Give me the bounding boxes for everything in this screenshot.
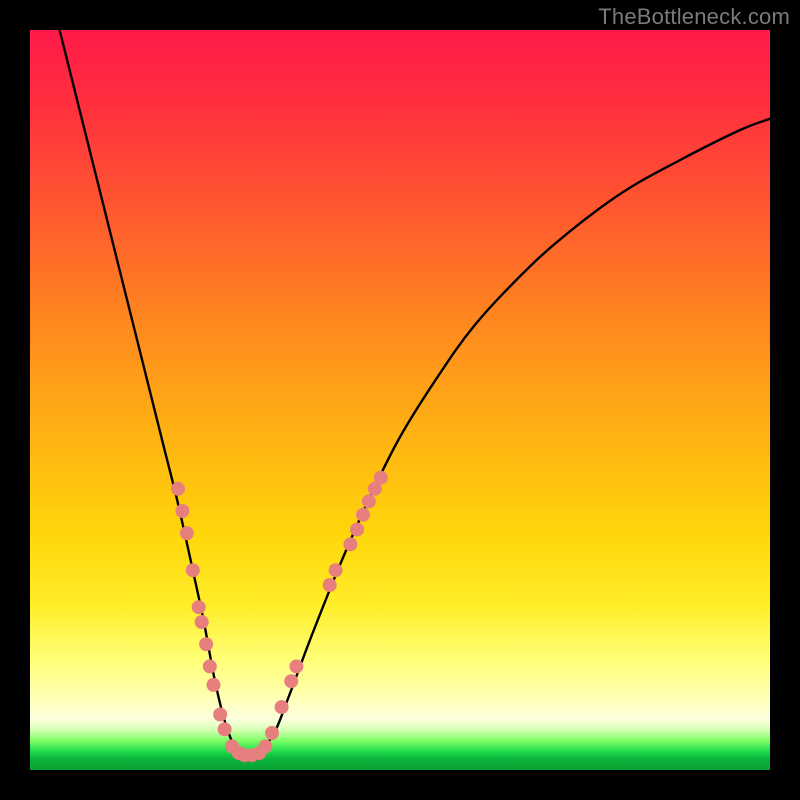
marker-dot <box>329 563 343 577</box>
marker-dot <box>180 526 194 540</box>
marker-dot <box>289 659 303 673</box>
marker-dot <box>356 508 370 522</box>
plot-area <box>30 30 770 770</box>
marker-dot <box>175 504 189 518</box>
marker-dot <box>258 739 272 753</box>
marker-dot <box>265 726 279 740</box>
marker-dot <box>207 678 221 692</box>
marker-dot <box>199 637 213 651</box>
marker-dot <box>275 700 289 714</box>
marker-dot <box>213 708 227 722</box>
marker-dot <box>362 494 376 508</box>
marker-dot <box>350 523 364 537</box>
marker-dot <box>195 615 209 629</box>
chart-frame: TheBottleneck.com <box>0 0 800 800</box>
marker-dot <box>203 659 217 673</box>
marker-dot <box>374 471 388 485</box>
marker-dot <box>323 578 337 592</box>
marker-dot <box>284 674 298 688</box>
bottleneck-curve <box>60 30 770 756</box>
chart-svg <box>30 30 770 770</box>
marker-dot <box>343 537 357 551</box>
marker-dot <box>171 482 185 496</box>
watermark-text: TheBottleneck.com <box>598 4 790 30</box>
marker-dot <box>218 722 232 736</box>
marker-dot <box>186 563 200 577</box>
marker-dot <box>192 600 206 614</box>
